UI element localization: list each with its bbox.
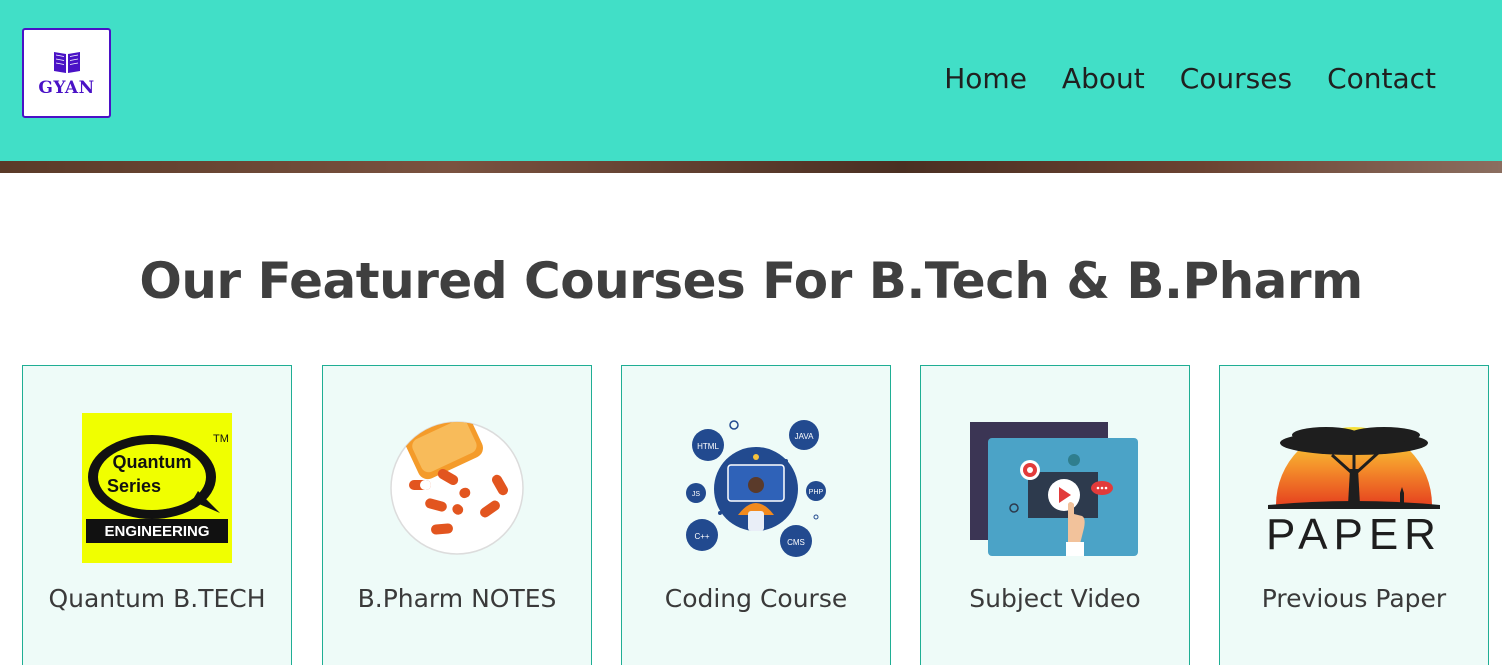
- pills-image: [323, 410, 591, 565]
- nav-about[interactable]: About: [1062, 60, 1145, 98]
- main-nav: Home About Courses Contact: [944, 60, 1436, 98]
- svg-text:ENGINEERING: ENGINEERING: [104, 523, 209, 540]
- coding-illustration: HTML JAVA JS PHP C++ CMS: [622, 410, 890, 565]
- book-icon: [53, 51, 80, 73]
- svg-text:JS: JS: [692, 491, 701, 498]
- paper-logo: PAPER: [1220, 410, 1488, 565]
- svg-text:PAPER: PAPER: [1266, 510, 1442, 559]
- svg-text:Series: Series: [107, 476, 161, 496]
- svg-text:CMS: CMS: [787, 538, 805, 547]
- course-card-label: Previous Paper: [1261, 584, 1447, 613]
- course-card-quantum[interactable]: Quantum Series TM ENGINEERING Quantum B.…: [22, 365, 292, 665]
- nav-courses[interactable]: Courses: [1180, 60, 1292, 98]
- course-card-label: B.Pharm NOTES: [357, 584, 557, 613]
- course-card-label: Coding Course: [664, 584, 848, 613]
- svg-text:JAVA: JAVA: [795, 432, 814, 441]
- quantum-series-logo: Quantum Series TM ENGINEERING: [23, 410, 291, 565]
- course-card-paper[interactable]: PAPER Previous Paper: [1219, 365, 1489, 665]
- nav-home[interactable]: Home: [944, 60, 1027, 98]
- site-logo[interactable]: GYAN: [22, 28, 111, 118]
- svg-text:PHP: PHP: [809, 489, 824, 496]
- logo-text: GYAN: [38, 77, 95, 98]
- svg-text:C++: C++: [694, 532, 709, 541]
- course-card-label: Quantum B.TECH: [48, 584, 266, 613]
- svg-text:TM: TM: [213, 433, 229, 445]
- svg-text:HTML: HTML: [697, 442, 719, 451]
- nav-contact[interactable]: Contact: [1327, 60, 1436, 98]
- course-card-bpharm[interactable]: B.Pharm NOTES: [322, 365, 592, 665]
- course-card-video[interactable]: Subject Video: [920, 365, 1190, 665]
- course-card-label: Subject Video: [969, 584, 1141, 613]
- site-header: GYAN Home About Courses Contact: [0, 0, 1502, 161]
- section-title: Our Featured Courses For B.Tech & B.Phar…: [139, 252, 1363, 310]
- video-illustration: [921, 410, 1189, 565]
- course-card-coding[interactable]: HTML JAVA JS PHP C++ CMS Coding Course: [621, 365, 891, 665]
- svg-text:Quantum: Quantum: [113, 452, 192, 472]
